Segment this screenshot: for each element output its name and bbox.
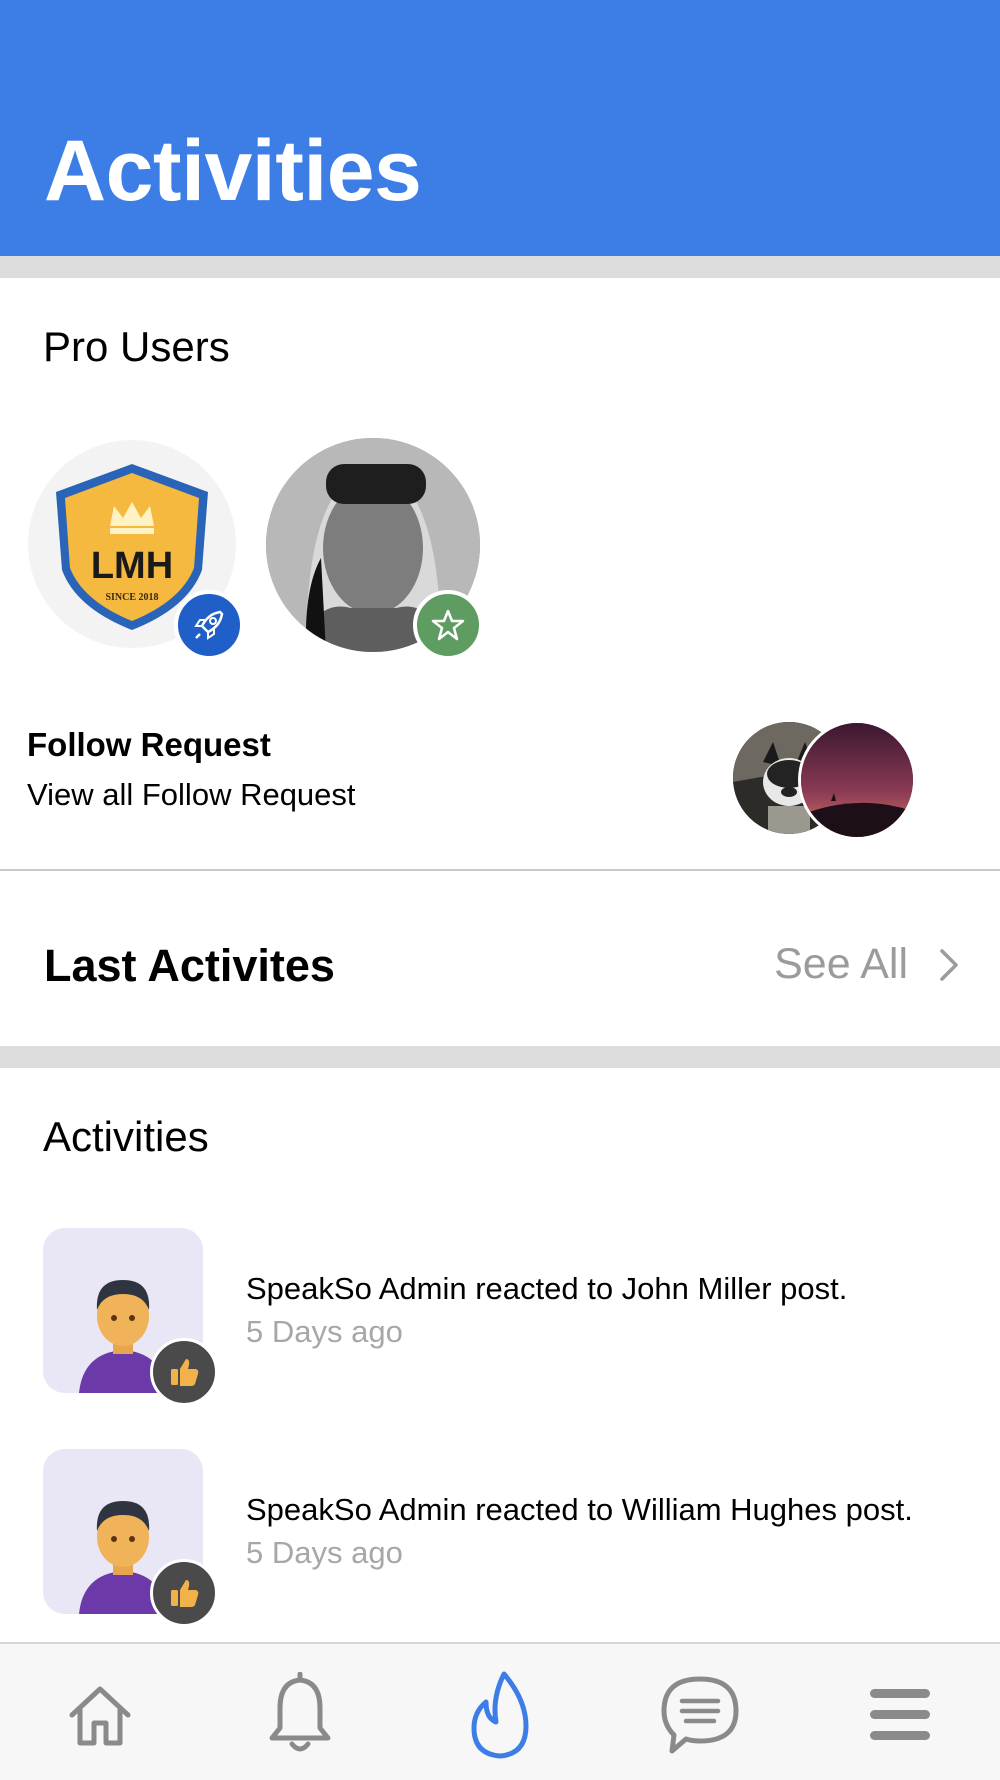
- activity-text: SpeakSo Admin reacted to John Miller pos…: [246, 1271, 848, 1306]
- logo-subtext: SINCE 2018: [105, 592, 158, 603]
- chevron-right-icon: [940, 948, 958, 981]
- tab-menu[interactable]: [855, 1670, 945, 1760]
- follow-request-title: Follow Request: [27, 726, 271, 763]
- page-header: Activities: [0, 0, 1000, 256]
- tab-notifications[interactable]: [255, 1670, 345, 1760]
- bottom-tab-bar: [0, 1642, 1000, 1780]
- tab-activities[interactable]: [455, 1670, 545, 1760]
- home-icon: [69, 1686, 131, 1746]
- bell-icon: [269, 1672, 331, 1752]
- tab-messages[interactable]: [655, 1670, 745, 1760]
- activity-time: 5 Days ago: [246, 1314, 403, 1349]
- pro-badge: [174, 590, 244, 660]
- activity-item[interactable]: SpeakSo Admin reacted to William Hughes …: [0, 1449, 1000, 1627]
- chat-icon: [661, 1676, 739, 1754]
- see-all-label: See All: [774, 940, 908, 988]
- sunset-photo: [801, 723, 913, 837]
- tab-home[interactable]: [55, 1670, 145, 1760]
- activity-time: 5 Days ago: [246, 1535, 403, 1570]
- follow-request-avatar[interactable]: [798, 720, 916, 840]
- section-divider: [0, 1046, 1000, 1068]
- page-title: Activities: [44, 123, 422, 219]
- pro-users-title: Pro Users: [43, 323, 230, 370]
- flame-icon: [471, 1671, 529, 1759]
- star-icon: [431, 609, 465, 641]
- activities-title: Activities: [43, 1113, 209, 1160]
- activity-item[interactable]: SpeakSo Admin reacted to John Miller pos…: [0, 1228, 1000, 1406]
- thumbs-up-icon: [171, 1580, 199, 1607]
- logo-text: LMH: [91, 545, 173, 587]
- see-all-button[interactable]: See All: [774, 940, 960, 989]
- view-all-follow-request-link[interactable]: View all Follow Request: [27, 777, 356, 813]
- pro-badge: [413, 590, 483, 660]
- activity-text: SpeakSo Admin reacted to William Hughes …: [246, 1492, 913, 1527]
- reaction-badge: [150, 1559, 218, 1627]
- reaction-badge: [150, 1338, 218, 1406]
- thumbs-up-icon: [171, 1359, 199, 1386]
- rocket-icon: [194, 610, 224, 640]
- menu-icon: [870, 1689, 930, 1740]
- section-divider: [0, 256, 1000, 278]
- section-separator: [0, 869, 1000, 871]
- last-activities-title: Last Activites: [44, 940, 335, 991]
